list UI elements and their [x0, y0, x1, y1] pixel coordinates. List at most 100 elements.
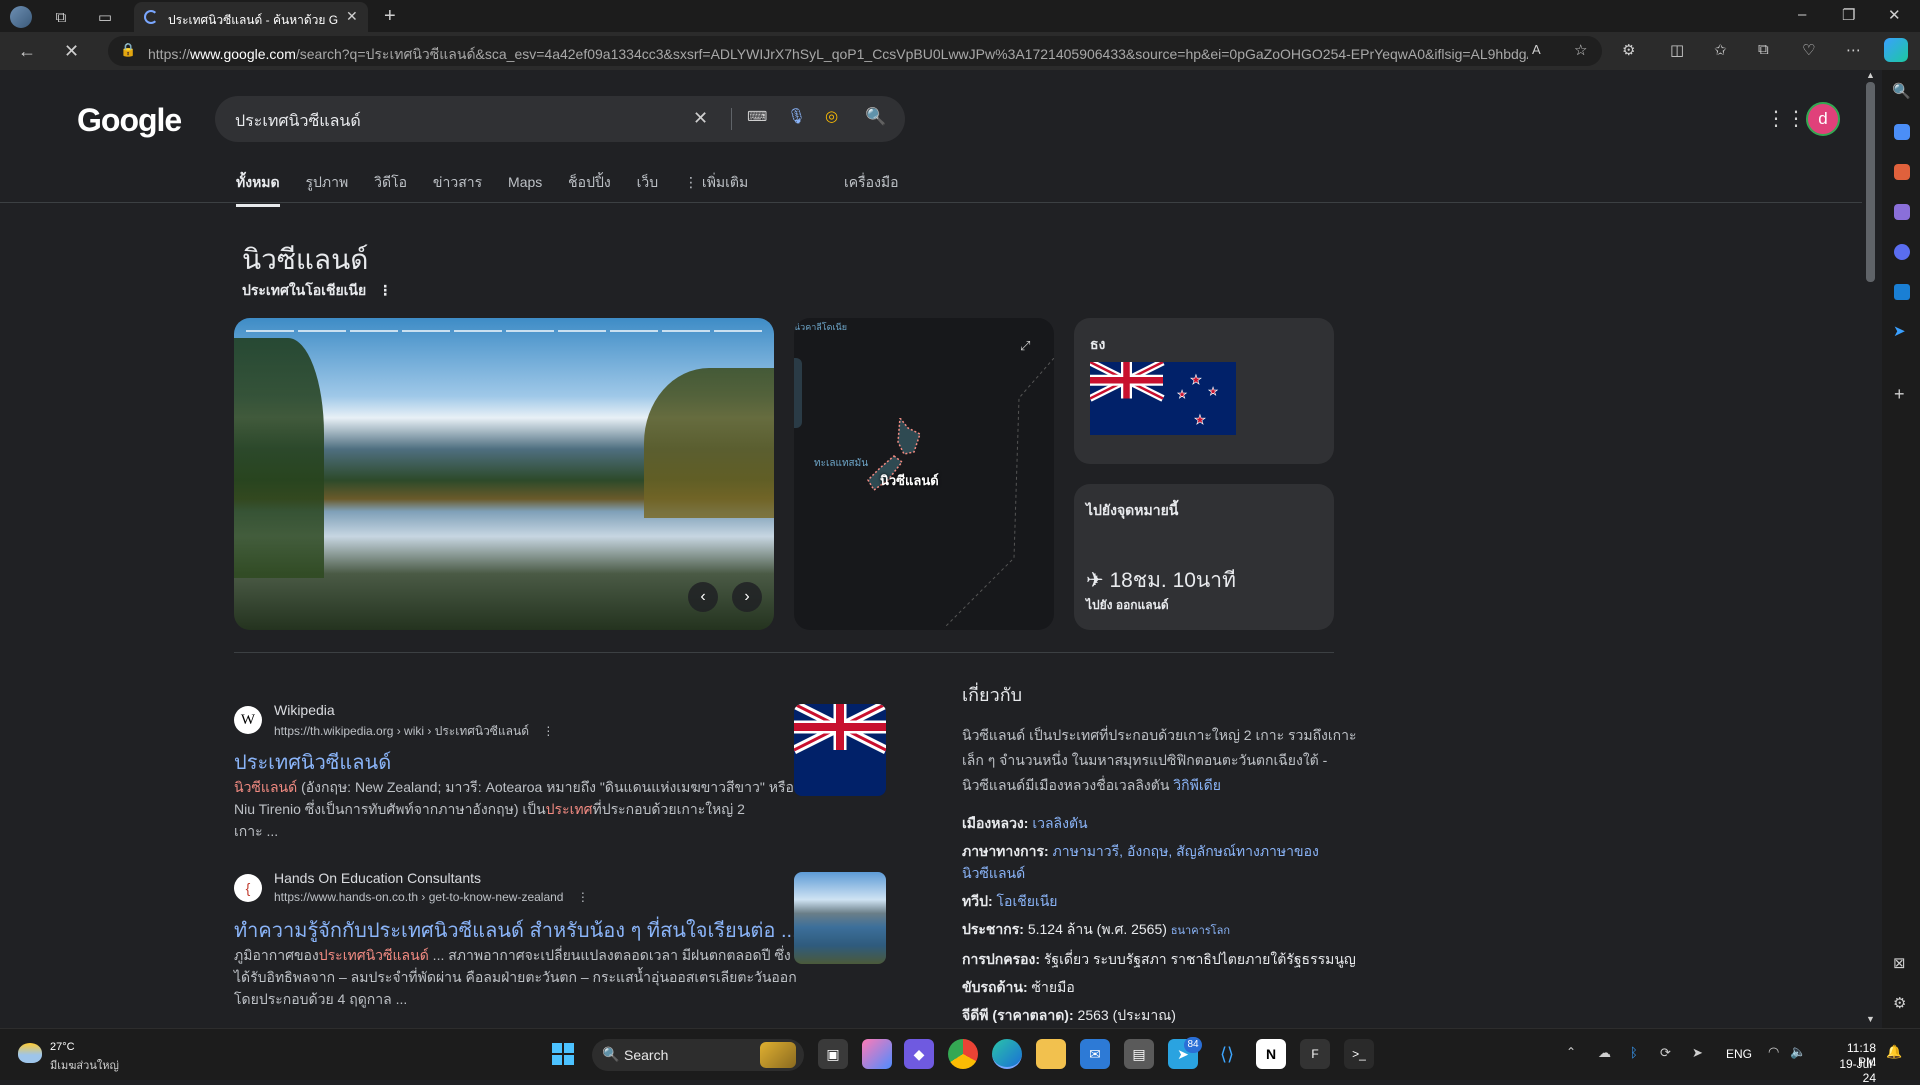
- file-explorer-icon[interactable]: [1036, 1039, 1066, 1069]
- notion-icon[interactable]: N: [1256, 1039, 1286, 1069]
- restore-icon[interactable]: ❐: [1842, 6, 1855, 24]
- tools-button[interactable]: เครื่องมือ: [844, 172, 899, 194]
- sidebar-outlook-icon[interactable]: [1894, 284, 1910, 300]
- extensions-icon[interactable]: ⚙: [1622, 41, 1635, 59]
- start-icon[interactable]: [548, 1039, 578, 1069]
- apps-grid-icon[interactable]: ⋮⋮: [1766, 106, 1806, 131]
- language-indicator[interactable]: ENG: [1726, 1047, 1752, 1061]
- app-f-icon[interactable]: F: [1300, 1039, 1330, 1069]
- tab-web[interactable]: เว็บ: [637, 172, 659, 194]
- tab-more[interactable]: ⋮ เพิ่มเติม: [684, 172, 770, 194]
- tab-images[interactable]: รูปภาพ: [306, 172, 349, 194]
- tray-chevron-icon[interactable]: ⌃: [1566, 1045, 1576, 1059]
- sidebar-hide-icon[interactable]: ⊠: [1893, 954, 1906, 972]
- microphone-icon[interactable]: 🎙: [787, 107, 806, 125]
- weather-icon[interactable]: [18, 1043, 42, 1063]
- tab-news[interactable]: ข่าวสาร: [433, 172, 482, 194]
- address-bar[interactable]: 🔒 https://www.google.com/search?q=ประเทศ…: [108, 36, 1602, 66]
- tab-videos[interactable]: วิดีโอ: [374, 172, 407, 194]
- weather-desc[interactable]: มีเมฆส่วนใหญ่: [50, 1056, 119, 1074]
- tab-maps[interactable]: Maps: [508, 174, 542, 190]
- sidebar-send-icon[interactable]: ➤: [1893, 322, 1906, 340]
- vscode-icon[interactable]: ⟨⟩: [1212, 1039, 1242, 1069]
- split-screen-icon[interactable]: ◫: [1670, 41, 1684, 59]
- tab-actions-icon[interactable]: ▭: [94, 6, 116, 28]
- flag-card[interactable]: ธง ★ ★ ★ ★: [1074, 318, 1334, 464]
- browser-tab[interactable]: ประเทศนิวซีแลนด์ - ค้นหาด้วย Googl ✕: [134, 2, 368, 32]
- mail-icon[interactable]: ✉: [1080, 1039, 1110, 1069]
- copilot-icon[interactable]: [1884, 38, 1908, 62]
- browser-essentials-icon[interactable]: ♡: [1802, 41, 1815, 59]
- favorites-icon[interactable]: ✩: [1714, 41, 1727, 59]
- close-window-icon[interactable]: ✕: [1888, 6, 1901, 24]
- sync-icon[interactable]: ⟳: [1660, 1045, 1671, 1061]
- profile-icon[interactable]: [10, 6, 32, 28]
- result-thumbnail-lake[interactable]: [794, 872, 886, 964]
- result-source[interactable]: Wikipedia: [274, 702, 335, 718]
- wikipedia-link[interactable]: วิกิพีเดีย: [1173, 777, 1221, 793]
- chrome-icon[interactable]: [948, 1039, 978, 1069]
- scrollbar-thumb[interactable]: [1866, 82, 1875, 282]
- sidebar-tools-icon[interactable]: [1894, 164, 1910, 180]
- carousel-prev-button[interactable]: ‹: [688, 582, 718, 612]
- result-url[interactable]: https://th.wikipedia.org › wiki › ประเทศ…: [274, 722, 554, 741]
- read-aloud-icon[interactable]: A: [1532, 42, 1541, 57]
- sidebar-search-icon[interactable]: 🔍: [1892, 82, 1911, 100]
- image-carousel[interactable]: ‹ ›: [234, 318, 774, 630]
- edge-icon[interactable]: [992, 1039, 1022, 1069]
- clear-icon[interactable]: ✕: [693, 108, 708, 129]
- store-icon[interactable]: ▤: [1124, 1039, 1154, 1069]
- wifi-icon[interactable]: ◠: [1768, 1044, 1779, 1060]
- favorite-star-icon[interactable]: ☆: [1574, 41, 1587, 59]
- task-view-icon[interactable]: ▣: [818, 1039, 848, 1069]
- sidebar-settings-icon[interactable]: ⚙: [1893, 994, 1906, 1012]
- terminal-icon[interactable]: >_: [1344, 1039, 1374, 1069]
- result-title[interactable]: ทำความรู้จักกับประเทศนิวซีแลนด์ สำหรับน้…: [234, 914, 798, 946]
- workspaces-icon[interactable]: ⧉: [50, 6, 72, 28]
- result-more-icon[interactable]: ⋮: [542, 724, 554, 738]
- search-icon[interactable]: 🔍: [865, 107, 886, 127]
- onedrive-icon[interactable]: ☁: [1598, 1045, 1611, 1061]
- sidebar-add-icon[interactable]: +: [1894, 384, 1905, 405]
- result-more-icon[interactable]: ⋮: [577, 890, 589, 904]
- app-icon[interactable]: ◆: [904, 1039, 934, 1069]
- close-tab-icon[interactable]: ✕: [346, 8, 358, 25]
- lens-icon[interactable]: ◎: [825, 107, 838, 125]
- sidebar-copilot-icon[interactable]: [1894, 244, 1910, 260]
- notifications-bell-icon[interactable]: 🔔: [1886, 1044, 1902, 1060]
- avatar[interactable]: d: [1806, 102, 1840, 136]
- scroll-down-icon[interactable]: ▼: [1866, 1014, 1875, 1024]
- scroll-up-icon[interactable]: ▲: [1866, 70, 1875, 80]
- search-input[interactable]: ประเทศนิวซีแลนด์: [235, 109, 361, 134]
- weather-temp[interactable]: 27°C: [50, 1041, 75, 1053]
- result-thumbnail-flag[interactable]: [794, 704, 886, 796]
- keyboard-icon[interactable]: ⌨: [747, 108, 767, 125]
- result-title[interactable]: ประเทศนิวซีแลนด์: [234, 746, 391, 778]
- stop-icon[interactable]: ✕: [64, 41, 79, 62]
- bluetooth-icon[interactable]: ᛒ: [1630, 1045, 1638, 1060]
- new-tab-icon[interactable]: +: [384, 5, 396, 28]
- search-box[interactable]: ประเทศนิวซีแลนด์ ✕ ⌨ 🎙 ◎ 🔍: [215, 96, 905, 142]
- kp-more-icon[interactable]: ⋮: [378, 282, 392, 298]
- carousel-next-button[interactable]: ›: [732, 582, 762, 612]
- collections-icon[interactable]: ⧉: [1758, 41, 1769, 58]
- result-url[interactable]: https://www.hands-on.co.th › get-to-know…: [274, 890, 589, 904]
- sidebar-games-icon[interactable]: [1894, 204, 1910, 220]
- travel-card[interactable]: ไปยังจุดหมายนี้ ✈ 18ชม. 10นาที ไปยัง ออก…: [1074, 484, 1334, 630]
- lock-icon[interactable]: 🔒: [120, 42, 136, 58]
- minimize-icon[interactable]: –: [1798, 6, 1806, 23]
- map-card[interactable]: นิวคาลีโดเนีย ⤢ ทะเลแทสมัน นิวซีแลนด์: [794, 318, 1054, 630]
- url-text[interactable]: https://www.google.com/search?q=ประเทศนิ…: [148, 44, 1528, 66]
- result-source[interactable]: Hands On Education Consultants: [274, 870, 481, 886]
- volume-icon[interactable]: 🔈: [1790, 1044, 1806, 1060]
- location-icon[interactable]: ➤: [1692, 1045, 1703, 1061]
- copilot-app-icon[interactable]: [862, 1039, 892, 1069]
- sidebar-shopping-icon[interactable]: [1894, 124, 1910, 140]
- google-logo[interactable]: Google: [77, 102, 182, 139]
- tab-shopping[interactable]: ช็อปปิ้ง: [568, 172, 611, 194]
- taskbar-search[interactable]: 🔍 Search: [592, 1039, 804, 1071]
- clock-date[interactable]: 19-Jul-24: [1826, 1057, 1876, 1085]
- back-icon[interactable]: ←: [18, 41, 36, 62]
- expand-map-icon[interactable]: ⤢: [1020, 338, 1030, 354]
- more-menu-icon[interactable]: ⋯: [1846, 41, 1861, 59]
